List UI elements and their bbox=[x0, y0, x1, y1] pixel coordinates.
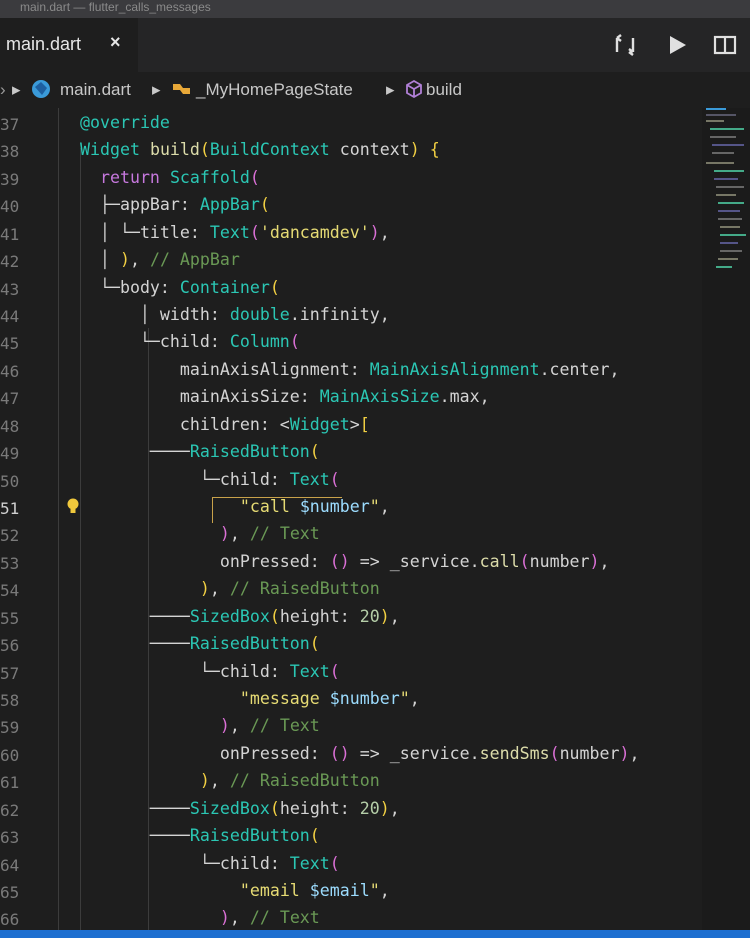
line-number: 54 bbox=[0, 581, 20, 600]
line-number: 49 bbox=[0, 444, 20, 463]
line-number: 58 bbox=[0, 691, 20, 710]
chevron-right-icon: ▸ bbox=[12, 80, 21, 99]
line-number: 50 bbox=[0, 472, 20, 491]
breadcrumb-file[interactable]: main.dart bbox=[60, 80, 131, 100]
code-line: mainAxisSize: MainAxisSize.max, bbox=[80, 387, 490, 406]
lightbulb-icon[interactable] bbox=[66, 498, 80, 516]
line-number: 45 bbox=[0, 334, 20, 353]
line-number: 64 bbox=[0, 856, 20, 875]
indent-guide bbox=[58, 108, 59, 930]
line-number: 63 bbox=[0, 828, 20, 847]
line-number: 51 bbox=[0, 499, 20, 518]
code-line: ), // Text bbox=[219, 716, 320, 735]
code-editor[interactable]: 37 38 39 40 41 42 43 44 45 46 47 48 49 5… bbox=[0, 108, 750, 930]
selection-marker bbox=[212, 497, 213, 523]
code-line: @override bbox=[80, 113, 170, 132]
tab-main-dart[interactable]: main.dart × bbox=[0, 18, 138, 72]
line-number: 56 bbox=[0, 636, 20, 655]
code-line: ), // RaisedButton bbox=[199, 579, 380, 598]
chevron-right-icon: ▸ bbox=[152, 80, 161, 99]
selection-marker bbox=[212, 497, 342, 498]
breadcrumb-method[interactable]: build bbox=[426, 80, 462, 100]
code-line: │ └─title: Text('dancamdev'), bbox=[80, 223, 390, 242]
editor-tab-bar: main.dart × bbox=[0, 18, 750, 72]
code-line: ────RaisedButton( bbox=[80, 826, 320, 845]
code-line: ), // Text bbox=[219, 908, 320, 927]
code-line: ────RaisedButton( bbox=[80, 634, 320, 653]
code-line: ────SizedBox(height: 20), bbox=[80, 607, 400, 626]
code-line: ), // RaisedButton bbox=[199, 771, 380, 790]
code-line: mainAxisAlignment: MainAxisAlignment.cen… bbox=[80, 360, 620, 379]
class-icon bbox=[170, 78, 194, 105]
code-line: └─child: Column( bbox=[80, 332, 300, 351]
code-line: onPressed: () => _service.sendSms(number… bbox=[80, 744, 640, 763]
line-number: 48 bbox=[0, 417, 20, 436]
code-line: ├─appBar: AppBar( bbox=[80, 195, 270, 214]
line-number: 39 bbox=[0, 170, 20, 189]
code-line: children: <Widget>[ bbox=[80, 415, 370, 434]
line-number: 37 bbox=[0, 115, 20, 134]
run-icon[interactable] bbox=[664, 32, 690, 58]
split-editor-icon[interactable] bbox=[712, 32, 738, 58]
status-bar bbox=[0, 930, 750, 938]
line-number: 46 bbox=[0, 362, 20, 381]
line-number: 66 bbox=[0, 910, 20, 929]
line-number: 53 bbox=[0, 554, 20, 573]
code-line: │ width: double.infinity, bbox=[80, 305, 390, 324]
code-line: return Scaffold( bbox=[99, 168, 260, 187]
code-line: └─child: Text( bbox=[80, 662, 340, 681]
line-number: 57 bbox=[0, 664, 20, 683]
line-number: 42 bbox=[0, 252, 20, 271]
code-line: onPressed: () => _service.call(number), bbox=[80, 552, 610, 571]
code-line: └─child: Text( bbox=[80, 854, 340, 873]
minimap[interactable] bbox=[702, 108, 750, 930]
method-cube-icon bbox=[404, 78, 424, 105]
code-line: "call $number", bbox=[239, 497, 390, 516]
line-number: 41 bbox=[0, 225, 20, 244]
window-titlebar: main.dart — flutter_calls_messages bbox=[0, 0, 750, 18]
line-number: 65 bbox=[0, 883, 20, 902]
code-line: │ ), // AppBar bbox=[80, 250, 240, 269]
line-number: 59 bbox=[0, 718, 20, 737]
close-icon[interactable]: × bbox=[110, 32, 121, 53]
tab-label: main.dart bbox=[6, 34, 82, 54]
line-number: 60 bbox=[0, 746, 20, 765]
chevron-right-icon: ▸ bbox=[386, 80, 395, 99]
code-line: ), // Text bbox=[219, 524, 320, 543]
line-number: 43 bbox=[0, 280, 20, 299]
code-line: └─body: Container( bbox=[80, 278, 280, 297]
line-number: 52 bbox=[0, 526, 20, 545]
chevron-right-icon: › bbox=[0, 80, 6, 99]
breadcrumb: › ▸ main.dart ▸ _MyHomePageState ▸ build bbox=[0, 72, 750, 108]
line-number: 40 bbox=[0, 197, 20, 216]
line-number: 61 bbox=[0, 773, 20, 792]
code-line: Widget build(BuildContext context) { bbox=[80, 140, 440, 159]
line-number: 55 bbox=[0, 609, 20, 628]
code-line: └─child: Text( bbox=[80, 470, 340, 489]
line-number: 38 bbox=[0, 142, 20, 161]
window-title: main.dart — flutter_calls_messages bbox=[20, 0, 211, 14]
line-number: 62 bbox=[0, 801, 20, 820]
code-line: "email $email", bbox=[239, 881, 390, 900]
code-line: ────SizedBox(height: 20), bbox=[80, 799, 400, 818]
code-line: ────RaisedButton( bbox=[80, 442, 320, 461]
dart-file-icon bbox=[30, 78, 52, 105]
line-number: 44 bbox=[0, 307, 20, 326]
compare-changes-icon[interactable] bbox=[612, 32, 638, 58]
breadcrumb-class[interactable]: _MyHomePageState bbox=[196, 80, 353, 100]
line-number: 47 bbox=[0, 389, 20, 408]
code-line: "message $number", bbox=[239, 689, 420, 708]
